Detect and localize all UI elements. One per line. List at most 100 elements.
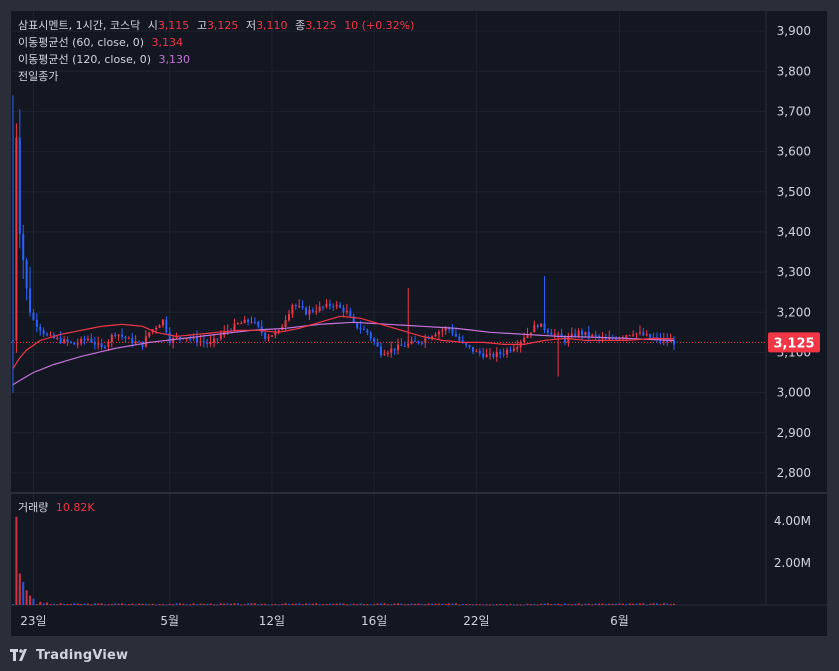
volume-bar: [73, 603, 76, 605]
volume-bar: [560, 604, 563, 606]
chart-frame[interactable]: 3,900 3,800 3,700 3,600 3,500 3,400 3,300 3,200…: [10, 10, 828, 637]
volume-bar: [543, 603, 546, 605]
volume-bar: [240, 604, 243, 606]
candle-body: [506, 349, 509, 355]
candle-body: [131, 338, 134, 344]
candle-body: [73, 342, 76, 345]
volume-bar: [649, 603, 652, 605]
volume-bar: [461, 603, 464, 605]
candle-body: [529, 332, 532, 334]
branding[interactable]: TradingView: [10, 644, 128, 666]
candle-body: [86, 338, 89, 340]
candle-body: [172, 338, 175, 344]
candle-body: [523, 337, 526, 342]
pane-separator[interactable]: [11, 11, 828, 606]
volume-bar: [485, 604, 488, 606]
candle-body: [454, 333, 457, 337]
volume-bar: [274, 603, 277, 605]
candle-body: [206, 342, 209, 344]
volume-bar: [499, 603, 502, 605]
candle-body: [509, 349, 512, 351]
volume-bar: [557, 603, 560, 605]
candle-body: [332, 306, 335, 308]
prev-close-legend[interactable]: 전일종가: [18, 69, 58, 85]
volume-bar: [335, 603, 338, 605]
ma60-legend[interactable]: 이동평균선 (60, close, 0) 3,134: [18, 35, 183, 51]
volume-axis[interactable]: 4.00M 2.00M: [774, 514, 811, 570]
volume-bar: [342, 603, 345, 605]
volume-bar: [308, 603, 311, 605]
volume-bar: [80, 604, 83, 606]
price-tick-label: 3,000: [777, 386, 811, 400]
volume-bar: [506, 604, 509, 606]
volume-bar: [213, 604, 216, 606]
candle-body: [175, 337, 178, 339]
candle-body: [478, 351, 481, 354]
ma120-value: 3,130: [158, 53, 191, 66]
volume-bar: [250, 603, 253, 605]
candle-body: [366, 329, 369, 333]
volume-bar: [369, 604, 372, 606]
time-tick-label: 12일: [259, 614, 285, 628]
candle-body: [168, 332, 171, 344]
volume-bar: [441, 603, 444, 605]
volume-bar: [42, 603, 45, 605]
candle-body: [59, 337, 62, 343]
candle-body: [635, 333, 638, 335]
volume-bar: [110, 604, 113, 606]
candle-body: [103, 347, 106, 349]
volume-bar: [247, 603, 250, 605]
candle-body: [287, 313, 290, 321]
symbol-legend[interactable]: 삼표시멘트, 1시간, 코스닥 시3,115 고3,125 저3,110 종3,…: [18, 18, 414, 34]
candle-body: [39, 326, 42, 331]
candle-body: [144, 336, 147, 347]
volume-bar: [134, 604, 137, 606]
volume-bar: [386, 604, 389, 606]
volume-bar: [458, 604, 461, 606]
volume-bar: [431, 603, 434, 605]
price-axis[interactable]: 3,900 3,800 3,700 3,600 3,500 3,400 3,300 3,200…: [777, 24, 811, 480]
ma60-value: 3,134: [151, 36, 184, 49]
volume-bar: [444, 603, 447, 605]
candle-body: [22, 234, 25, 261]
volume-bar: [376, 603, 379, 605]
candle-body: [219, 335, 222, 339]
volume-bar: [393, 603, 396, 605]
volume-bar: [536, 604, 539, 606]
chart-canvas[interactable]: 3,900 3,800 3,700 3,600 3,500 3,400 3,300 3,200…: [11, 11, 828, 637]
candle-body: [121, 334, 124, 337]
candle-body: [161, 319, 164, 326]
volume-bar: [540, 603, 543, 605]
candle-body: [253, 321, 256, 323]
volume-bar: [584, 603, 587, 605]
symbol-title: 삼표시멘트, 1시간, 코스닥: [18, 19, 141, 32]
candle-body: [110, 335, 113, 342]
volume-bar: [243, 604, 246, 606]
candle-body: [270, 335, 273, 337]
volume-bar: [604, 604, 607, 606]
candle-body: [100, 343, 103, 348]
candle-body: [29, 288, 32, 313]
volume-bar: [315, 603, 318, 605]
volume-bar: [141, 603, 144, 605]
candle-body: [90, 338, 93, 343]
ma120-legend[interactable]: 이동평균선 (120, close, 0) 3,130: [18, 52, 190, 68]
candle-body: [165, 319, 168, 333]
candle-body: [349, 310, 352, 317]
candle-body: [114, 335, 117, 337]
candle-body: [550, 332, 553, 335]
candle-body: [540, 323, 543, 328]
time-axis[interactable]: 23일 5월 12일 16일 22일 6월: [20, 614, 629, 628]
volume-legend[interactable]: 거래량 10.82K: [18, 500, 95, 516]
candle-body: [138, 341, 141, 343]
volume-bar: [478, 604, 481, 606]
candle-body: [76, 343, 79, 345]
candle-body: [209, 342, 212, 344]
volume-bar: [182, 603, 185, 605]
candle-body: [83, 338, 86, 340]
candle-body: [420, 342, 423, 344]
time-tick-label: 5월: [160, 614, 179, 628]
volume-bar: [165, 604, 168, 606]
volume-bar: [301, 604, 304, 606]
candle-body: [35, 319, 38, 327]
